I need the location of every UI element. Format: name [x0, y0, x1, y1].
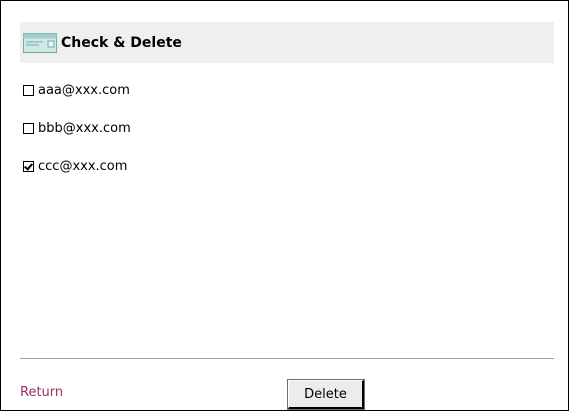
email-item-ccc: ccc@xxx.com [23, 147, 553, 185]
envelope-icon [22, 32, 58, 54]
window-frame: Check & Delete aaa@xxx.com bbb@xxx.com c… [0, 0, 569, 411]
email-list: aaa@xxx.com bbb@xxx.com ccc@xxx.com [23, 71, 553, 185]
section-header: Check & Delete [20, 22, 554, 63]
email-item-bbb: bbb@xxx.com [23, 109, 553, 147]
delete-button[interactable]: Delete [287, 379, 365, 410]
divider [20, 358, 554, 360]
email-address: aaa@xxx.com [38, 82, 130, 98]
email-checkbox-ccc[interactable] [23, 160, 34, 172]
email-checkbox-bbb[interactable] [23, 122, 34, 134]
section-title: Check & Delete [61, 34, 182, 51]
email-address: bbb@xxx.com [38, 120, 131, 136]
email-address: ccc@xxx.com [38, 158, 128, 174]
email-item-aaa: aaa@xxx.com [23, 71, 553, 109]
return-link[interactable]: Return [20, 385, 63, 400]
email-checkbox-aaa[interactable] [23, 84, 34, 96]
